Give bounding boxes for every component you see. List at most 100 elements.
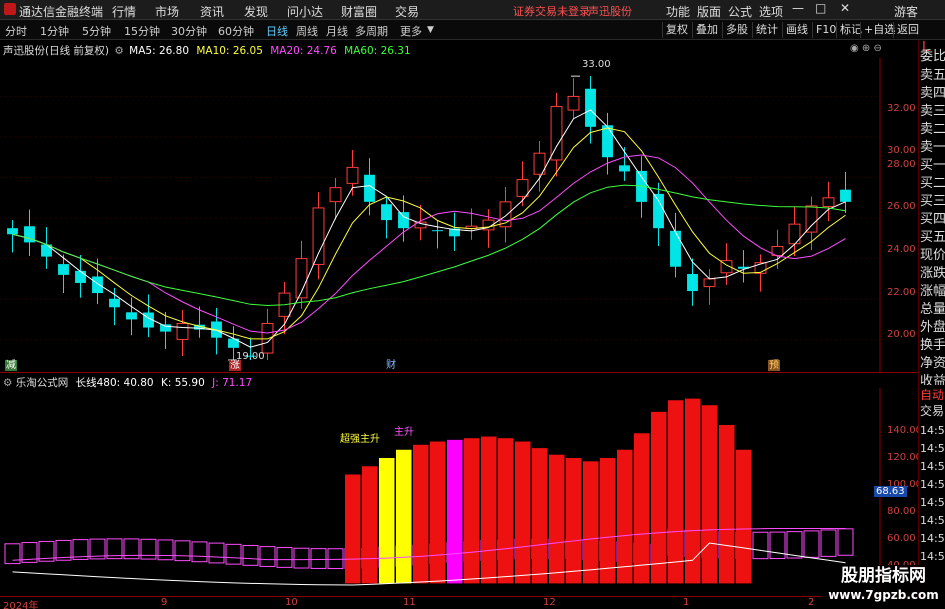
candle-body bbox=[670, 230, 681, 267]
quote-label: 涨幅 bbox=[920, 284, 945, 299]
strength-bar bbox=[566, 458, 582, 584]
quote-label: 卖四 bbox=[920, 86, 945, 101]
menu-item-xiaoda[interactable]: 问小达 bbox=[287, 3, 323, 20]
panel-divider[interactable] bbox=[0, 372, 918, 373]
ma-line-3 bbox=[12, 184, 846, 307]
y-tick: 24.00 bbox=[887, 244, 916, 255]
signal-bar bbox=[837, 528, 854, 556]
menu-item-layout[interactable]: 版面 bbox=[697, 3, 721, 20]
menu-item-options[interactable]: 选项 bbox=[759, 3, 783, 20]
quote-label: 买一 bbox=[920, 158, 945, 173]
annotation-main-rise: 主升 bbox=[394, 427, 414, 438]
annotation-super-main-rise: 超强主升 bbox=[340, 434, 380, 445]
toolbar-adjust-button[interactable]: 复权 bbox=[662, 22, 691, 38]
quote-label: 涨跌 bbox=[920, 266, 945, 281]
candle-body bbox=[75, 270, 86, 283]
y-tick: 26.00 bbox=[887, 201, 916, 212]
tab-monthly[interactable]: 月线 bbox=[326, 23, 348, 39]
menu-item-functions[interactable]: 功能 bbox=[666, 3, 690, 20]
ma-line-2 bbox=[12, 154, 846, 334]
quote-label: 净资 bbox=[920, 356, 945, 371]
y-tick: 22.00 bbox=[887, 287, 916, 298]
strength-bar bbox=[702, 405, 718, 584]
quote-label: 买五 bbox=[920, 230, 945, 245]
ind-y-tick: 80.00 bbox=[887, 506, 916, 517]
minimize-icon[interactable]: — bbox=[792, 1, 804, 15]
quote-label: 现价 bbox=[920, 248, 945, 263]
toolbar-overlay-button[interactable]: 叠加 bbox=[692, 22, 721, 38]
tab-intraday[interactable]: 分时 bbox=[5, 23, 27, 39]
strength-bar bbox=[651, 411, 667, 584]
menu-item-market[interactable]: 行情 bbox=[112, 3, 136, 20]
tab-weekly[interactable]: 周线 bbox=[296, 23, 318, 39]
tab-multi-period[interactable]: 多周期 bbox=[355, 23, 388, 39]
menu-item-news[interactable]: 资讯 bbox=[200, 3, 224, 20]
tab-daily[interactable]: 日线 bbox=[266, 23, 288, 39]
menu-item-formula[interactable]: 公式 bbox=[728, 3, 752, 20]
quote-label: 卖三 bbox=[920, 104, 945, 119]
candle-body bbox=[126, 312, 137, 320]
strength-bar bbox=[481, 436, 497, 584]
app-title: 通达信金融终端 bbox=[19, 5, 104, 19]
maximize-icon[interactable]: □ bbox=[815, 1, 826, 15]
y-tick: 28.00 bbox=[887, 159, 916, 170]
candle-body bbox=[329, 187, 342, 203]
quote-label: 卖一 bbox=[920, 140, 945, 155]
strength-bar bbox=[396, 449, 412, 584]
candlestick-chart[interactable] bbox=[0, 58, 918, 372]
tab-5min[interactable]: 5分钟 bbox=[82, 23, 111, 39]
x-tick: 10 bbox=[285, 597, 298, 608]
watermark: 股朋指标网 www.7gpzb.com bbox=[822, 565, 945, 609]
menu-item-wealth[interactable]: 财富圈 bbox=[341, 3, 377, 20]
toolbar-draw-button[interactable]: 画线 bbox=[782, 22, 811, 38]
candle-body bbox=[550, 106, 563, 161]
signal-bar bbox=[327, 548, 344, 570]
login-notice[interactable]: 证券交易未登录 bbox=[513, 3, 590, 19]
strength-bar bbox=[515, 441, 531, 584]
signal-bar bbox=[803, 530, 820, 558]
ma20-label: MA20: 24.76 bbox=[270, 45, 337, 57]
tick-time: 14:56 bbox=[920, 496, 945, 509]
quote-label: 委比 bbox=[920, 49, 945, 64]
toolbar-stats-button[interactable]: 统计 bbox=[752, 22, 781, 38]
quote-label: 买三 bbox=[920, 194, 945, 209]
close-icon[interactable]: ✕ bbox=[840, 1, 850, 15]
tab-60min[interactable]: 60分钟 bbox=[218, 23, 254, 39]
x-tick: 9 bbox=[161, 597, 168, 608]
guest-button[interactable]: 游客 bbox=[894, 3, 918, 20]
strength-bar bbox=[668, 400, 684, 584]
tab-15min[interactable]: 15分钟 bbox=[124, 23, 160, 39]
menu-item-discover[interactable]: 发现 bbox=[244, 3, 268, 20]
candle-body bbox=[805, 205, 818, 233]
signal-bar bbox=[752, 531, 769, 560]
candle-body bbox=[381, 204, 392, 221]
quote-label: 买四 bbox=[920, 212, 945, 227]
candle-body bbox=[567, 95, 580, 111]
signal-bar bbox=[293, 547, 310, 569]
tab-auto[interactable]: 自动 bbox=[920, 386, 944, 403]
ind-y-tick: 120.00 bbox=[887, 452, 922, 463]
toolbar-multi-stock-button[interactable]: 多股 bbox=[722, 22, 751, 38]
candle-body bbox=[398, 212, 409, 229]
candle-body bbox=[687, 274, 698, 292]
chart-collapse-button[interactable]: ◉ ⊕ ⊖ bbox=[850, 43, 882, 54]
tab-1min[interactable]: 1分钟 bbox=[40, 23, 69, 39]
tab-more[interactable]: 更多 bbox=[400, 23, 422, 39]
candle-body bbox=[312, 207, 325, 266]
menu-item-trade[interactable]: 交易 bbox=[395, 3, 419, 20]
indicator-chart[interactable] bbox=[0, 388, 918, 596]
menu-item-markets[interactable]: 市场 bbox=[155, 3, 179, 20]
event-marker-rise[interactable]: 涨 bbox=[229, 360, 241, 371]
strength-bar bbox=[719, 425, 735, 584]
settings-icon[interactable]: ⚙ bbox=[114, 45, 123, 57]
tab-more-dropdown-icon[interactable]: ▼ bbox=[427, 25, 434, 35]
event-marker-forecast[interactable]: 预 bbox=[768, 360, 780, 371]
event-marker-finance[interactable]: 财 bbox=[385, 360, 397, 371]
candle-body bbox=[585, 88, 596, 127]
toolbar-back-button[interactable]: 返回 bbox=[893, 22, 922, 38]
tab-trade[interactable]: 交易 bbox=[920, 402, 944, 419]
ma-line-1 bbox=[12, 127, 846, 340]
signal-bar bbox=[208, 542, 225, 564]
event-marker-reduce[interactable]: 减 bbox=[5, 360, 17, 371]
tab-30min[interactable]: 30分钟 bbox=[171, 23, 207, 39]
